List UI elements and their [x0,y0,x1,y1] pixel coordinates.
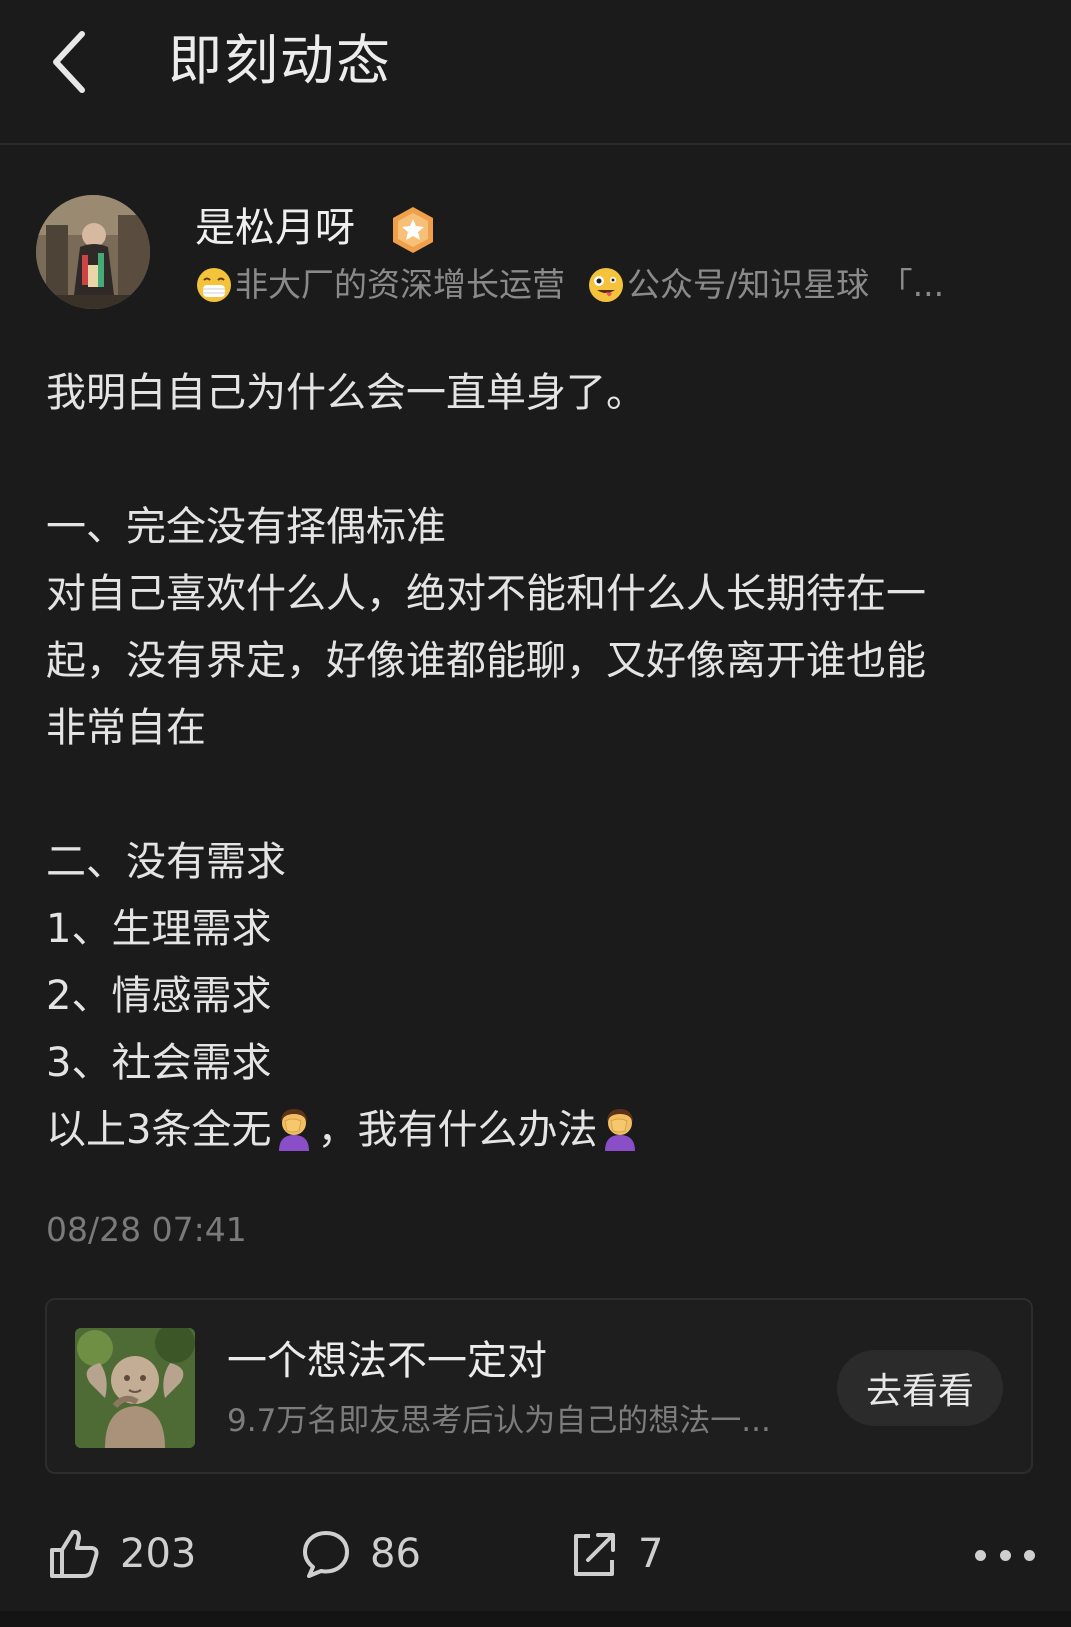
vip-star-badge-icon [393,207,433,253]
post-timestamp: 08/28 07:41 [46,1210,247,1249]
post-line: 我明白自己为什么会一直单身了。 [46,370,646,416]
post-line: 二、没有需求 [46,839,286,885]
post-line-last: 以上3条全无 ，我有什么办法 [46,1097,1036,1164]
bio-text-2: 公众号/知识星球 「... [627,265,945,304]
header-divider [0,143,1071,145]
share-icon [574,1533,615,1576]
post-line-blank [46,762,1036,829]
more-dot-icon [999,1549,1011,1561]
post-last-text-b: ，我有什么办法 [317,1107,598,1153]
comment-count: 86 [370,1531,421,1577]
topic-subtitle: 9.7万名即友思考后认为自己的想法一... [227,1403,771,1439]
more-dot-icon [975,1549,986,1561]
like-button[interactable]: 203 [46,1522,196,1586]
comment-bubble-icon [303,1531,349,1578]
like-count: 203 [120,1531,197,1577]
zany-face-emoji-icon [589,268,623,302]
topic-thumbnail [75,1328,195,1448]
avatar-image [36,195,150,309]
woman-facepalming-emoji-icon [605,1109,636,1151]
back-button[interactable] [38,22,98,102]
post-line: 1、生理需求 [46,906,272,952]
comment-button[interactable]: 86 [300,1522,421,1586]
post-line: 3、社会需求 [46,1040,272,1086]
go-see-button[interactable]: 去看看 [837,1350,1003,1426]
post-content: 我明白自己为什么会一直单身了。 一、完全没有择偶标准 对自己喜欢什么人，绝对不能… [46,360,1036,1164]
post-line-blank [46,427,1036,494]
author-bio: 非大厂的资深增长运营 公众号/知识星球 「... [195,262,1015,308]
post-line: 非常自在 [46,705,206,751]
post-last-text-a: 以上3条全无 [46,1107,272,1153]
post-line: 一、完全没有择偶标准 [46,504,446,550]
page-title: 即刻动态 [168,29,392,92]
more-options-button[interactable] [975,1540,1035,1570]
chevron-left-icon [53,31,85,93]
thumbs-up-icon [50,1529,99,1578]
post-line: 2、情感需求 [46,973,272,1019]
cherub-statue-image [75,1328,195,1448]
mask-face-emoji-icon [197,268,231,302]
post-line: 对自己喜欢什么人，绝对不能和什么人长期待在一 [46,571,926,617]
top-bar: 即刻动态 [0,0,1071,140]
bottom-strip [0,1611,1071,1627]
author-name[interactable]: 是松月呀 [195,200,355,256]
woman-facepalming-emoji-icon [279,1109,310,1151]
bio-text-1: 非大厂的资深增长运营 [235,265,565,304]
share-button[interactable]: 7 [568,1522,663,1586]
share-count: 7 [638,1531,664,1577]
avatar[interactable] [36,195,150,309]
topic-title: 一个想法不一定对 [227,1338,547,1384]
topic-card[interactable]: 一个想法不一定对 9.7万名即友思考后认为自己的想法一... 去看看 [45,1298,1033,1474]
post-line: 起，没有界定，好像谁都能聊，又好像离开谁也能 [46,638,926,684]
more-dot-icon [1024,1549,1035,1561]
